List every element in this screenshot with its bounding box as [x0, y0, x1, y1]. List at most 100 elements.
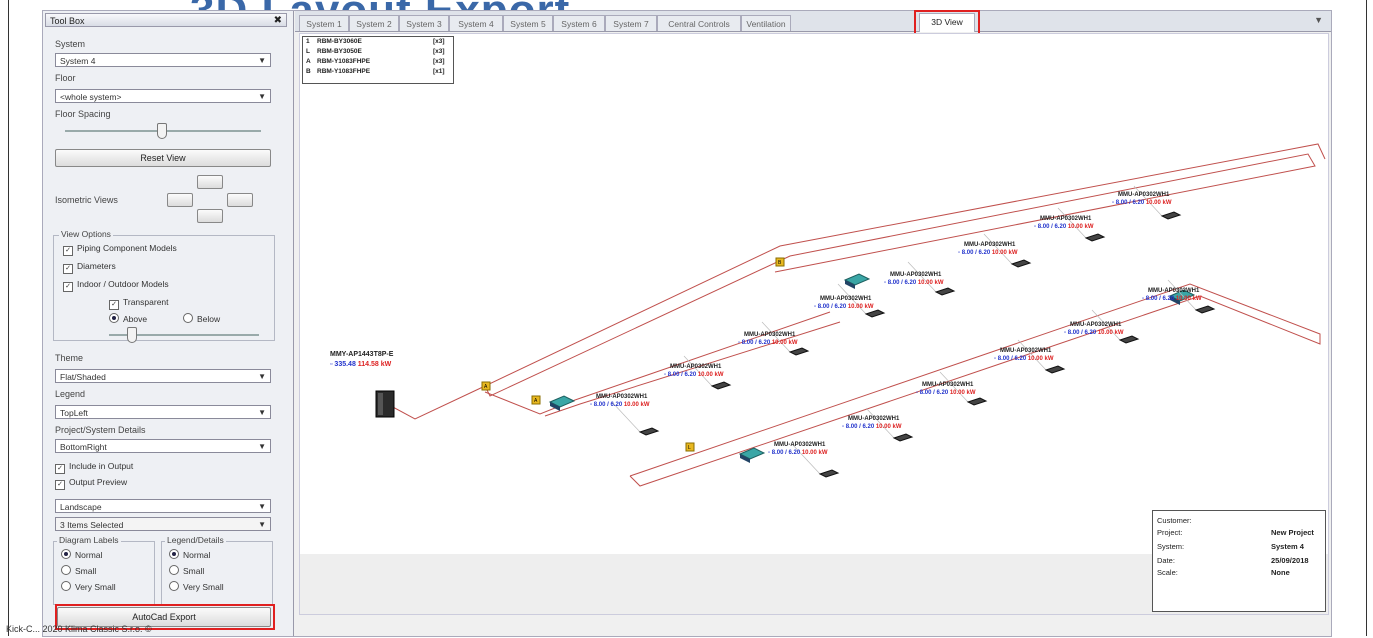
indoor-unit-icon — [638, 427, 660, 436]
indoor-unit-capacity: ▫ 8.00 / 6.20 10.00 kW — [590, 402, 650, 408]
tab-list-chevron-icon[interactable]: ▼ — [1314, 15, 1323, 25]
drop-line — [791, 443, 821, 475]
chevron-down-icon: ▼ — [258, 56, 266, 65]
theme-select-value: Flat/Shaded — [60, 372, 106, 382]
floor-spacing-slider-thumb[interactable] — [157, 123, 167, 139]
checkbox-label: Transparent — [123, 297, 169, 307]
floor-select[interactable]: <whole system> ▼ — [55, 89, 271, 103]
iso-view-left-button[interactable] — [167, 193, 193, 207]
indoor-unit-capacity: ▫ 8.00 / 6.20 10.00 kW — [958, 250, 1018, 256]
checkbox-box: ✓ — [63, 282, 73, 292]
output-preview-checkbox[interactable]: ✓ Output Preview — [55, 477, 127, 490]
system-label: System — [55, 39, 86, 49]
diagram-small-radio[interactable]: Small — [61, 565, 96, 576]
project-details-select[interactable]: BottomRight ▼ — [55, 439, 271, 453]
floor-label: Floor — [55, 73, 76, 83]
theme-select[interactable]: Flat/Shaded ▼ — [55, 369, 271, 383]
diagram-normal-radio[interactable]: Normal — [61, 549, 102, 560]
items-selected-select[interactable]: 3 Items Selected ▼ — [55, 517, 271, 531]
indoor-unit-icon — [892, 433, 914, 442]
radio-label: Very Small — [75, 582, 116, 592]
piping-models-checkbox[interactable]: ✓ Piping Component Models — [63, 243, 177, 256]
tab-system-7[interactable]: System 7 — [605, 15, 657, 31]
legend-small-radio[interactable]: Small — [169, 565, 204, 576]
drop-line — [983, 233, 1013, 265]
indoor-unit-capacity: ▫ 8.00 / 6.20 10.00 kW — [814, 304, 874, 310]
drop-line — [1057, 207, 1087, 239]
scale-label: Scale: — [1157, 568, 1178, 577]
indoor-unit-capacity: ▫ 8.00 / 6.20 10.00 kW — [842, 424, 902, 430]
chevron-down-icon: ▼ — [258, 520, 266, 529]
checkbox-label: Include in Output — [69, 461, 134, 471]
reset-view-button[interactable]: Reset View — [55, 149, 271, 167]
iso-view-bottom-button[interactable] — [197, 209, 223, 223]
indoor-unit-capacity: ▫ 8.00 / 6.20 10.00 kW — [1034, 224, 1094, 230]
radio-dot — [109, 313, 119, 323]
below-radio[interactable]: Below — [183, 313, 220, 324]
indoor-unit-icon — [710, 381, 732, 390]
iso-view-top-button[interactable] — [197, 175, 223, 189]
tab-system-2[interactable]: System 2 — [349, 15, 399, 31]
indoor-unit-icon — [1194, 305, 1216, 314]
slide-credit: Kick-C... 2020 Klima Classic S.r.o. © — [6, 624, 152, 634]
legend-normal-radio[interactable]: Normal — [169, 549, 210, 560]
diagram-very-small-radio[interactable]: Very Small — [61, 581, 116, 592]
indoor-unit-capacity: ▫ 8.00 / 6.20 10.00 kW — [738, 340, 798, 346]
system-select[interactable]: System 4 ▼ — [55, 53, 271, 67]
indoor-unit-capacity: ▫ 8.00 / 6.20 10.00 kW — [768, 450, 828, 456]
indoor-unit-icon — [966, 397, 988, 406]
tab-system-1[interactable]: System 1 — [299, 15, 349, 31]
tab-system-6[interactable]: System 6 — [553, 15, 605, 31]
transparent-checkbox[interactable]: ✓ Transparent — [109, 297, 169, 310]
system-info-label: System: — [1157, 542, 1185, 551]
iso-view-right-button[interactable] — [227, 193, 253, 207]
tab-central-controls[interactable]: Central Controls — [657, 15, 741, 31]
close-icon[interactable]: ✖ — [274, 14, 282, 28]
project-details-label: Project/System Details — [55, 425, 146, 435]
chevron-down-icon: ▼ — [258, 92, 266, 101]
indoor-outdoor-checkbox[interactable]: ✓ Indoor / Outdoor Models — [63, 279, 169, 292]
tab-system-4[interactable]: System 4 — [449, 15, 503, 31]
indoor-unit-icon — [788, 347, 810, 356]
diameters-checkbox[interactable]: ✓ Diameters — [63, 261, 116, 274]
checkbox-label: Indoor / Outdoor Models — [77, 279, 169, 289]
indoor-unit-model: MMU-AP0302WH1 — [1070, 322, 1122, 328]
indoor-unit-icon — [934, 287, 956, 296]
indoor-unit-capacity: ▫ 8.00 / 6.20 10.00 kW — [994, 356, 1054, 362]
items-selected-value: 3 Items Selected — [60, 520, 124, 530]
branch-joint-label: L — [688, 445, 691, 451]
above-radio[interactable]: Above — [109, 313, 147, 324]
indoor-unit-capacity: ▫ 8.00 / 6.20 10.00 kW — [1142, 296, 1202, 302]
indoor-unit-capacity: ▫ 8.00 / 6.20 10.00 kW — [664, 372, 724, 378]
indoor-unit-model: MMU-AP0302WH1 — [1000, 348, 1052, 354]
legend-very-small-radio[interactable]: Very Small — [169, 581, 224, 592]
checkbox-box: ✓ — [55, 480, 65, 490]
radio-dot — [61, 549, 71, 559]
3d-view-canvas[interactable]: 1 RBM-BY3060E [x3] L RBM-BY3050E [x3] A RBM-Y… — [299, 33, 1329, 615]
orientation-select[interactable]: Landscape ▼ — [55, 499, 271, 513]
tab-system-3[interactable]: System 3 — [399, 15, 449, 31]
radio-dot — [169, 549, 179, 559]
include-output-checkbox[interactable]: ✓ Include in Output — [55, 461, 133, 474]
indoor-unit-capacity: ▫ 8.00 / 6.20 10.00 kW — [1064, 330, 1124, 336]
outdoor-unit-capacity: ▫ 335.48 114.58 kW — [330, 361, 392, 368]
pipe-line — [629, 283, 1321, 487]
3d-view-tab-highlight — [914, 10, 980, 35]
floor-spacing-label: Floor Spacing — [55, 109, 111, 119]
indoor-unit-model: MMU-AP0302WH1 — [1040, 216, 1092, 222]
legend-select[interactable]: TopLeft ▼ — [55, 405, 271, 419]
radio-label: Small — [75, 566, 97, 576]
piping-diagram[interactable]: MMY-AP1443T8P-E▫ 335.48 114.58 kWABLAMMU… — [300, 34, 1328, 554]
system-select-value: System 4 — [60, 56, 96, 66]
radio-dot — [183, 313, 193, 323]
project-value: New Project — [1271, 528, 1314, 537]
tab-system-5[interactable]: System 5 — [503, 15, 553, 31]
indoor-unit-capacity: ▫ 8.00 / 6.20 10.00 kW — [1112, 200, 1172, 206]
toolbox-header: Tool Box ✖ — [45, 13, 287, 27]
indoor-unit-capacity: ▫ 8.00 / 6.20 10.00 kW — [916, 390, 976, 396]
tab-ventilation[interactable]: Ventilation — [741, 15, 791, 31]
checkbox-label: Diameters — [77, 261, 116, 271]
indoor-unit-model: MMU-AP0302WH1 — [848, 416, 900, 422]
indoor-unit-icon — [818, 469, 840, 478]
transparency-slider-thumb[interactable] — [127, 327, 137, 343]
